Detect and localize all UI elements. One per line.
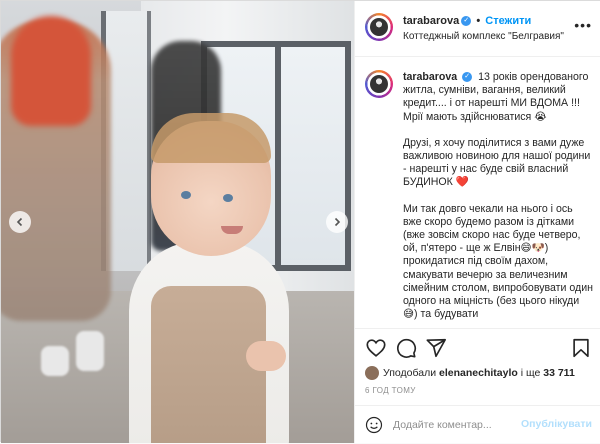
photo-woman-hair: [11, 16, 91, 126]
verified-badge-icon: ✓: [462, 72, 473, 83]
author-username[interactable]: tarabarova: [403, 15, 459, 27]
more-options-icon[interactable]: •••: [574, 17, 592, 33]
post-caption: tarabarova ✓ 13 років орендованого житла…: [355, 58, 600, 328]
photo-shoe: [41, 346, 69, 376]
comment-bar: Опублікувати: [355, 405, 600, 444]
comment-icon[interactable]: [395, 337, 417, 359]
previous-photo-button[interactable]: [9, 211, 31, 233]
post-location[interactable]: Коттеджный комплекс "Белгравия": [403, 31, 564, 42]
next-photo-button[interactable]: [326, 211, 348, 233]
author-line: tarabarova ✓ • Стежити: [403, 15, 531, 27]
comment-input[interactable]: [393, 416, 533, 434]
post-photo[interactable]: [1, 1, 354, 443]
author-avatar[interactable]: [365, 13, 393, 41]
liker-avatar[interactable]: [365, 366, 379, 380]
photo-child-hand: [246, 341, 286, 371]
instagram-post: tarabarova ✓ • Стежити Коттеджный комплек…: [0, 0, 600, 443]
post-actions: Уподобали elenanechitaylo і ще 33 711 6 …: [355, 328, 600, 443]
likes-count[interactable]: 33 711: [543, 367, 575, 379]
publish-button[interactable]: Опублікувати: [521, 418, 592, 430]
likes-prefix: Уподобали: [383, 367, 437, 379]
likes-summary: Уподобали elenanechitaylo і ще 33 711: [365, 366, 575, 380]
liker-username[interactable]: elenanechitaylo: [439, 367, 518, 379]
heart-icon[interactable]: [365, 337, 387, 359]
separator-dot: •: [476, 15, 481, 27]
photo-child-eye: [223, 194, 233, 202]
photo-child-eye: [181, 191, 191, 199]
caption-paragraph-2: Друзі, я хочу поділитися з вами дуже важ…: [403, 136, 591, 189]
follow-button[interactable]: Стежити: [485, 15, 531, 27]
verified-badge-icon: ✓: [461, 16, 472, 27]
emoji-icon[interactable]: [365, 416, 383, 434]
bookmark-icon[interactable]: [570, 337, 592, 359]
share-icon[interactable]: [425, 337, 447, 359]
photo-shoe: [76, 331, 104, 371]
chevron-right-icon: [334, 217, 341, 227]
caption-author-avatar[interactable]: [365, 70, 393, 98]
photo-child-hair: [151, 113, 271, 163]
post-header: tarabarova ✓ • Стежити Коттеджный комплек…: [355, 1, 600, 57]
post-timestamp[interactable]: 6 год тому: [365, 386, 416, 395]
chevron-left-icon: [16, 217, 23, 227]
caption-username[interactable]: tarabarova: [403, 71, 457, 83]
likes-middle: і ще: [520, 367, 541, 379]
caption-paragraph-3: Ми так довго чекали на нього і ось вже с…: [403, 202, 593, 321]
caption-text: tarabarova ✓ 13 років орендованого житла…: [403, 71, 593, 328]
post-side-panel: tarabarova ✓ • Стежити Коттеджный комплек…: [354, 1, 600, 443]
